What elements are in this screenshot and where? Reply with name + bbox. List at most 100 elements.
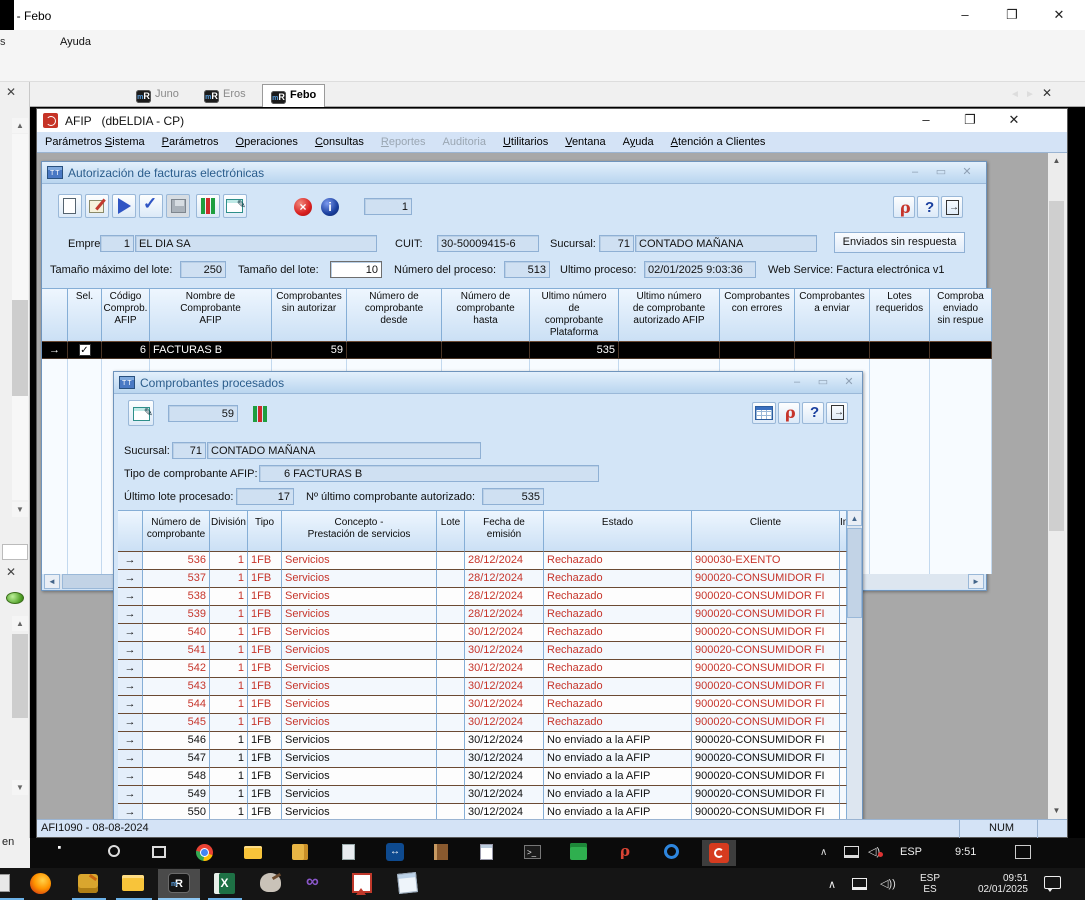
menu-par-metros[interactable]: Parámetros xyxy=(162,136,219,148)
numero-proceso-field[interactable]: 513 xyxy=(504,261,550,278)
afip-maximize-button[interactable]: ❐ xyxy=(953,109,987,131)
save-button[interactable] xyxy=(166,194,190,218)
blue-ring-app-icon[interactable] xyxy=(664,844,679,859)
invoice-row[interactable]: →53811FBServicios28/12/2024Rechazado9000… xyxy=(118,588,847,606)
gimp-icon[interactable] xyxy=(260,873,281,892)
auth-minimize-button[interactable]: – xyxy=(904,166,926,180)
invoice-row[interactable]: →54011FBServicios30/12/2024Rechazado9000… xyxy=(118,624,847,642)
file-explorer-icon[interactable] xyxy=(122,875,144,891)
proc-maximize-button[interactable]: ▭ xyxy=(812,376,834,390)
rdp-tray-chevron-icon[interactable]: ∧ xyxy=(820,847,827,858)
log-book-icon[interactable] xyxy=(434,844,448,860)
mdi-scroll-down-icon[interactable]: ▼ xyxy=(1048,803,1065,819)
rdp-language-indicator[interactable]: ESP xyxy=(900,846,922,858)
host-maximize-button[interactable]: ❐ xyxy=(995,3,1029,27)
invoice-row[interactable]: →54111FBServicios30/12/2024Rechazado9000… xyxy=(118,642,847,660)
ultimo-proceso-field[interactable]: 02/01/2025 9:03:36 xyxy=(644,261,756,278)
rdp-network-icon[interactable] xyxy=(844,846,859,858)
columns-button[interactable] xyxy=(196,194,220,218)
proc-close-button[interactable]: ✕ xyxy=(838,376,860,390)
auth-close-button[interactable]: ✕ xyxy=(956,166,978,180)
notes-app-icon[interactable] xyxy=(397,872,418,894)
host-language-indicator[interactable]: ESPES xyxy=(920,873,940,895)
auth-maximize-button[interactable]: ▭ xyxy=(930,166,952,180)
invoice-row[interactable]: →53711FBServicios28/12/2024Rechazado9000… xyxy=(118,570,847,588)
proc-exit-button[interactable] xyxy=(826,402,848,424)
tamano-max-field[interactable]: 250 xyxy=(180,261,226,278)
host-clock[interactable]: 09:5102/01/2025 xyxy=(958,873,1028,895)
tamano-lote-input[interactable]: 10 xyxy=(330,261,382,278)
tools-app-icon[interactable] xyxy=(78,874,98,893)
host-tray-chevron-icon[interactable]: ∧ xyxy=(828,878,836,891)
properties-button[interactable] xyxy=(85,194,109,218)
tab-close-icon[interactable]: ✕ xyxy=(1042,86,1052,100)
menu-utilitarios[interactable]: Utilitarios xyxy=(503,136,548,148)
proc-vscroll-up-icon[interactable]: ▲ xyxy=(847,510,862,526)
auth-hscroll-right-icon[interactable]: ► xyxy=(968,574,984,589)
search-icon[interactable] xyxy=(108,845,120,857)
menu-consultas[interactable]: Consultas xyxy=(315,136,364,148)
menu-ayuda[interactable]: Ayuda xyxy=(623,136,654,148)
host-network-icon[interactable] xyxy=(852,878,867,890)
sucursal-name-field[interactable]: CONTADO MAÑANA xyxy=(635,235,817,252)
proc-grid-button[interactable] xyxy=(752,402,776,424)
proc-autorizado-field[interactable]: 535 xyxy=(482,488,544,505)
help-button[interactable]: ? xyxy=(917,196,939,218)
proc-vscroll-thumb[interactable] xyxy=(847,528,862,618)
host-menu-partial[interactable]: s xyxy=(0,36,6,48)
firefox-icon[interactable] xyxy=(30,873,51,894)
mail-app-icon[interactable] xyxy=(0,874,10,892)
proc-minimize-button[interactable]: – xyxy=(786,376,808,390)
row-checkbox[interactable]: ✓ xyxy=(79,344,91,356)
invoice-row[interactable]: →54911FBServicios30/12/2024No enviado a … xyxy=(118,786,847,804)
image-viewer-icon[interactable] xyxy=(352,873,372,893)
mdi-scroll-up-icon[interactable]: ▲ xyxy=(1048,153,1065,169)
export-grid-button[interactable] xyxy=(223,194,247,218)
menu-ventana[interactable]: Ventana xyxy=(565,136,605,148)
run-button[interactable] xyxy=(112,194,136,218)
exit-button[interactable] xyxy=(941,196,963,218)
document-app-icon[interactable] xyxy=(342,844,355,860)
panel-field[interactable] xyxy=(2,544,28,560)
start-button-icon[interactable] xyxy=(58,846,64,852)
proc-ultimo-lote-field[interactable]: 17 xyxy=(236,488,294,505)
phone-support-button[interactable]: ρ xyxy=(893,196,915,218)
auth-hscroll-left-icon[interactable]: ◄ xyxy=(44,574,60,589)
tab-febo[interactable]: mRFebo xyxy=(262,84,325,107)
invoice-row[interactable]: →54711FBServicios30/12/2024No enviado a … xyxy=(118,750,847,768)
mdi-vscroll[interactable]: ▲ ▼ xyxy=(1048,153,1065,819)
rdp-volume-muted-icon[interactable]: ◁) xyxy=(868,845,880,858)
host-close-button[interactable]: ✕ xyxy=(1042,3,1076,27)
process-counter-field[interactable]: 1 xyxy=(364,198,412,215)
confirm-button[interactable]: ✓ xyxy=(139,194,163,218)
host-minimize-button[interactable]: – xyxy=(948,3,982,27)
database-tool-icon[interactable] xyxy=(292,844,308,860)
tab-scroll-left-icon[interactable]: ◄ xyxy=(1010,89,1020,100)
proc-counter-field[interactable]: 59 xyxy=(168,405,238,422)
invoice-row[interactable]: →54611FBServicios30/12/2024No enviado a … xyxy=(118,732,847,750)
excel-icon[interactable]: X xyxy=(214,873,235,894)
scrollbar-thumb[interactable] xyxy=(12,300,28,396)
panel-close-icon-2[interactable]: ✕ xyxy=(6,565,16,579)
file-explorer-icon[interactable] xyxy=(244,846,262,859)
host-volume-icon[interactable]: ◁)) xyxy=(880,877,896,890)
invoice-row[interactable]: →54311FBServicios30/12/2024Rechazado9000… xyxy=(118,678,847,696)
proc-sucursal-code-field[interactable]: 71 xyxy=(172,442,206,459)
menu-reportes[interactable]: Reportes xyxy=(381,136,426,148)
scroll-down-icon[interactable]: ▼ xyxy=(12,502,28,517)
menu-atenci-n-a-clientes[interactable]: Atención a Clientes xyxy=(671,136,766,148)
proc-help-button[interactable]: ? xyxy=(802,402,824,424)
sucursal-code-field[interactable]: 71 xyxy=(599,235,634,252)
rdp-clock[interactable]: 9:51 xyxy=(955,846,976,858)
auth-selected-row[interactable]: →✓6FACTURAS B59535 xyxy=(42,342,992,359)
proc-tipo-field[interactable]: 6 FACTURAS B xyxy=(259,465,599,482)
chrome-icon[interactable] xyxy=(196,844,213,861)
menu-operaciones[interactable]: Operaciones xyxy=(236,136,298,148)
invoice-row[interactable]: →53911FBServicios28/12/2024Rechazado9000… xyxy=(118,606,847,624)
tab-juno[interactable]: mRJuno xyxy=(128,84,187,107)
calendar-app-icon[interactable] xyxy=(570,843,587,860)
cuit-field[interactable]: 30-50009415-6 xyxy=(437,235,539,252)
proc-columns-button[interactable] xyxy=(246,400,272,426)
invoice-row[interactable]: →54511FBServicios30/12/2024Rechazado9000… xyxy=(118,714,847,732)
proc-export-button[interactable] xyxy=(128,400,154,426)
